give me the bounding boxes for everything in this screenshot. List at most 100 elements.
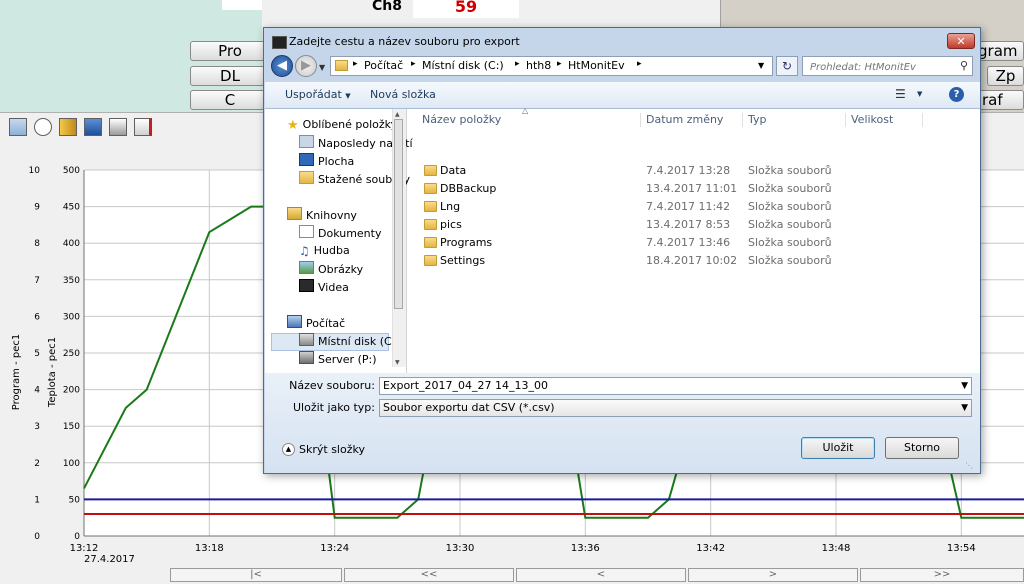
forward-button[interactable]: ▶ <box>295 55 317 77</box>
x-tick-label: 13:36 <box>571 543 600 554</box>
chevron-down-icon: ▼ <box>961 381 968 391</box>
network-drive-icon <box>299 351 314 364</box>
search-icon: ⚲ <box>959 59 968 72</box>
nav-scrollbar-thumb[interactable] <box>394 119 403 309</box>
scroll-back-button[interactable]: < <box>516 568 686 582</box>
file-row[interactable]: pics 13.4.2017 8:53 Složka souborů <box>422 216 962 234</box>
file-row[interactable]: DBBackup 13.4.2017 11:01 Složka souborů <box>422 180 962 198</box>
sort-arrow-icon: △ <box>522 106 529 115</box>
nav-music[interactable]: ♫ Hudba <box>299 243 350 259</box>
breadcrumb-local-disk[interactable]: Místní disk (C:) <box>422 59 504 72</box>
videos-icon <box>299 279 314 292</box>
save-button[interactable]: Uložit <box>801 437 875 459</box>
chevron-down-icon: ▼ <box>345 92 351 100</box>
export-icon[interactable] <box>134 118 152 136</box>
music-icon: ♫ <box>299 244 310 258</box>
y-right-tick-label: 0 <box>74 532 80 542</box>
app-button-program-right[interactable]: gram <box>975 41 1024 61</box>
y-left-tick-label: 10 <box>29 166 41 176</box>
address-bar[interactable]: ▸ Počítač ▸ Místní disk (C:) ▸ hth8 ▸ Ht… <box>330 56 773 76</box>
scroll-fast-forward-button[interactable]: >> <box>860 568 1024 582</box>
y-axis-left-label: Program - pec1 <box>11 334 22 411</box>
file-row[interactable]: Lng 7.4.2017 11:42 Složka souborů <box>422 198 962 216</box>
column-date[interactable]: Datum změny <box>646 109 723 131</box>
app-button-program[interactable]: Pro <box>190 41 270 61</box>
chevron-up-icon[interactable]: ▲ <box>282 443 295 456</box>
nav-computer[interactable]: Počítač <box>287 315 345 331</box>
star-icon: ★ <box>287 118 299 133</box>
scroll-forward-button[interactable]: > <box>688 568 858 582</box>
libraries-icon <box>287 207 302 220</box>
close-button[interactable]: ✕ <box>947 33 975 49</box>
nav-documents[interactable]: Dokumenty <box>299 225 381 241</box>
search-input[interactable] <box>808 58 952 76</box>
chevron-down-icon[interactable]: ▼ <box>917 90 922 98</box>
chevron-down-icon[interactable]: ▼ <box>758 61 764 70</box>
cancel-button[interactable]: Storno <box>885 437 959 459</box>
chevron-right-icon: ▸ <box>515 59 520 69</box>
column-size[interactable]: Velikost <box>851 109 893 131</box>
file-row[interactable]: Data 7.4.2017 13:28 Složka souborů <box>422 162 962 180</box>
scroll-first-button[interactable]: |< <box>170 568 342 582</box>
breadcrumb-hth8[interactable]: hth8 <box>526 59 551 72</box>
app-button-graf[interactable]: raf <box>975 90 1024 110</box>
x-tick-label: 13:24 <box>320 543 349 554</box>
documents-icon <box>299 225 314 238</box>
chevron-right-icon: ▸ <box>557 59 562 69</box>
refresh-button[interactable]: ↻ <box>776 56 798 76</box>
save-dialog: Zadejte cestu a název souboru pro export… <box>263 27 981 474</box>
back-button[interactable]: ◀ <box>271 55 293 77</box>
file-row[interactable]: Settings 18.4.2017 10:02 Složka souborů <box>422 252 962 270</box>
channel-label: Ch8 <box>372 0 402 14</box>
filename-field[interactable]: Export_2017_04_27 14_13_00 ▼ <box>379 377 972 395</box>
recent-locations-dropdown[interactable]: ▼ <box>319 63 325 72</box>
scroll-up-icon[interactable]: ▲ <box>395 111 400 118</box>
scroll-down-icon[interactable]: ▼ <box>395 359 400 366</box>
folder-icon <box>424 201 437 212</box>
nav-local-disk[interactable]: Místní disk (C:) <box>299 333 400 349</box>
y-right-tick-label: 200 <box>63 386 80 396</box>
y-right-tick-label: 100 <box>63 459 80 469</box>
chevron-down-icon: ▼ <box>961 403 968 413</box>
printer-icon[interactable] <box>109 118 127 136</box>
column-name[interactable]: Název položky <box>422 109 501 131</box>
help-icon[interactable]: ? <box>949 87 964 102</box>
folder-icon <box>335 60 348 71</box>
pictures-icon <box>299 261 314 274</box>
nav-desktop[interactable]: Plocha <box>299 153 354 169</box>
book-icon[interactable] <box>59 118 77 136</box>
filetype-select[interactable]: Soubor exportu dat CSV (*.csv) ▼ <box>379 399 972 417</box>
nav-videos[interactable]: Videa <box>299 279 349 295</box>
breadcrumb-computer[interactable]: Počítač <box>364 59 403 72</box>
y-left-tick-label: 6 <box>34 312 40 322</box>
y-left-tick-label: 2 <box>34 459 40 469</box>
nav-pictures[interactable]: Obrázky <box>299 261 363 277</box>
nav-favorites[interactable]: ★ Oblíbené položky <box>287 117 397 133</box>
x-tick-label: 13:54 <box>947 543 976 554</box>
hide-folders-button[interactable]: Skrýt složky <box>299 443 365 456</box>
view-options-icon[interactable]: ☰ <box>895 87 906 101</box>
channel-value: 59 <box>413 0 519 18</box>
window-icon[interactable] <box>84 118 102 136</box>
app-button-dl[interactable]: DL <box>190 66 270 86</box>
resize-grip-icon[interactable]: ⋱ <box>965 461 973 470</box>
y-right-tick-label: 450 <box>63 203 80 213</box>
y-left-tick-label: 3 <box>34 422 40 432</box>
app-button-zp[interactable]: Zp <box>987 66 1024 86</box>
breadcrumb-htmonitev[interactable]: HtMonitEv <box>568 59 625 72</box>
column-type[interactable]: Typ <box>748 109 767 131</box>
file-row[interactable]: Programs 7.4.2017 13:46 Složka souborů <box>422 234 962 252</box>
clock-icon[interactable] <box>34 118 52 136</box>
app-button-c[interactable]: C <box>190 90 270 110</box>
y-left-tick-label: 5 <box>34 349 40 359</box>
x-tick-label: 13:30 <box>446 543 475 554</box>
scroll-fast-back-button[interactable]: << <box>344 568 514 582</box>
search-box[interactable]: ⚲ <box>802 56 973 76</box>
column-divider <box>922 113 923 127</box>
nav-server[interactable]: Server (P:) <box>299 351 377 367</box>
new-folder-button[interactable]: Nová složka <box>370 88 436 101</box>
nav-libraries[interactable]: Knihovny <box>287 207 357 223</box>
chart-settings-icon[interactable] <box>9 118 27 136</box>
chart-scrollbar[interactable]: |< << < > >> <box>170 568 1024 584</box>
organize-button[interactable]: Uspořádat ▼ <box>285 88 351 101</box>
